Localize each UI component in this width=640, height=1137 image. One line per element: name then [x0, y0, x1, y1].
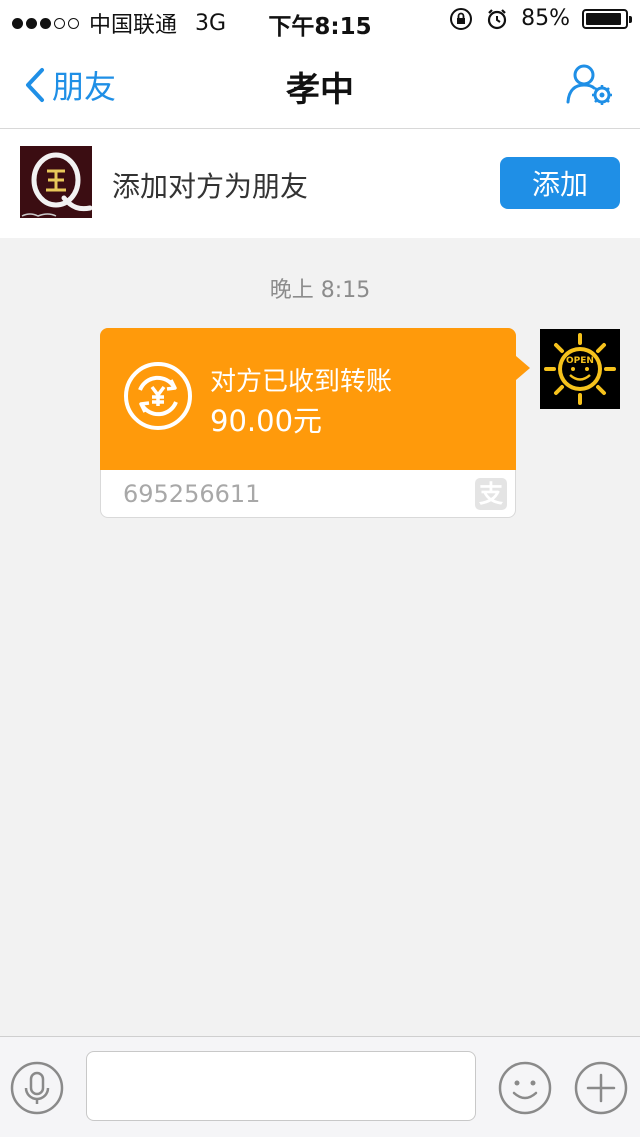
message-input[interactable] [86, 1051, 476, 1121]
voice-button[interactable] [10, 1061, 64, 1115]
transfer-status: 对方已收到转账 [210, 367, 393, 397]
plus-circle-icon [574, 1061, 628, 1115]
status-right: 85% [449, 6, 632, 31]
nav-bar: 朋友 孝中 [0, 40, 640, 129]
bubble-tail [516, 356, 530, 380]
more-button[interactable] [574, 1061, 628, 1115]
status-bar: 中国联通 3G 下午8:15 85% [0, 0, 640, 40]
transfer-card-footer: 695256611 支 [101, 470, 515, 517]
contact-avatar[interactable] [20, 146, 92, 218]
battery-icon [582, 8, 632, 29]
alarm-icon [487, 8, 507, 29]
page-title: 孝中 [286, 70, 354, 110]
sun-open-icon: OPEN [540, 329, 620, 409]
microphone-icon [10, 1061, 64, 1115]
transfer-amount: 90.00元 [210, 404, 323, 438]
add-friend-banner: 添加对方为朋友 添加 [0, 129, 640, 238]
user-settings-icon [566, 64, 612, 105]
add-friend-text: 添加对方为朋友 [112, 170, 309, 203]
rotation-lock-icon [450, 7, 473, 30]
add-friend-button[interactable]: 添加 [500, 157, 620, 209]
transfer-message-card[interactable]: 对方已收到转账 90.00元 695256611 支 [100, 328, 530, 518]
yuan-transfer-icon [124, 362, 192, 430]
transfer-id: 695256611 [123, 480, 261, 508]
my-avatar[interactable]: OPEN [540, 329, 620, 409]
transfer-card-header: 对方已收到转账 90.00元 [100, 328, 530, 470]
avatar-open-text: OPEN [566, 356, 594, 366]
chat-settings-button[interactable] [564, 62, 614, 112]
q-logo-icon [20, 146, 92, 218]
smiley-icon [498, 1061, 552, 1115]
emoji-button[interactable] [498, 1061, 552, 1115]
battery-percent: 85% [521, 6, 570, 31]
message-timestamp: 晚上 8:15 [269, 278, 371, 303]
input-bar [0, 1036, 640, 1137]
alipay-icon: 支 [475, 478, 507, 510]
